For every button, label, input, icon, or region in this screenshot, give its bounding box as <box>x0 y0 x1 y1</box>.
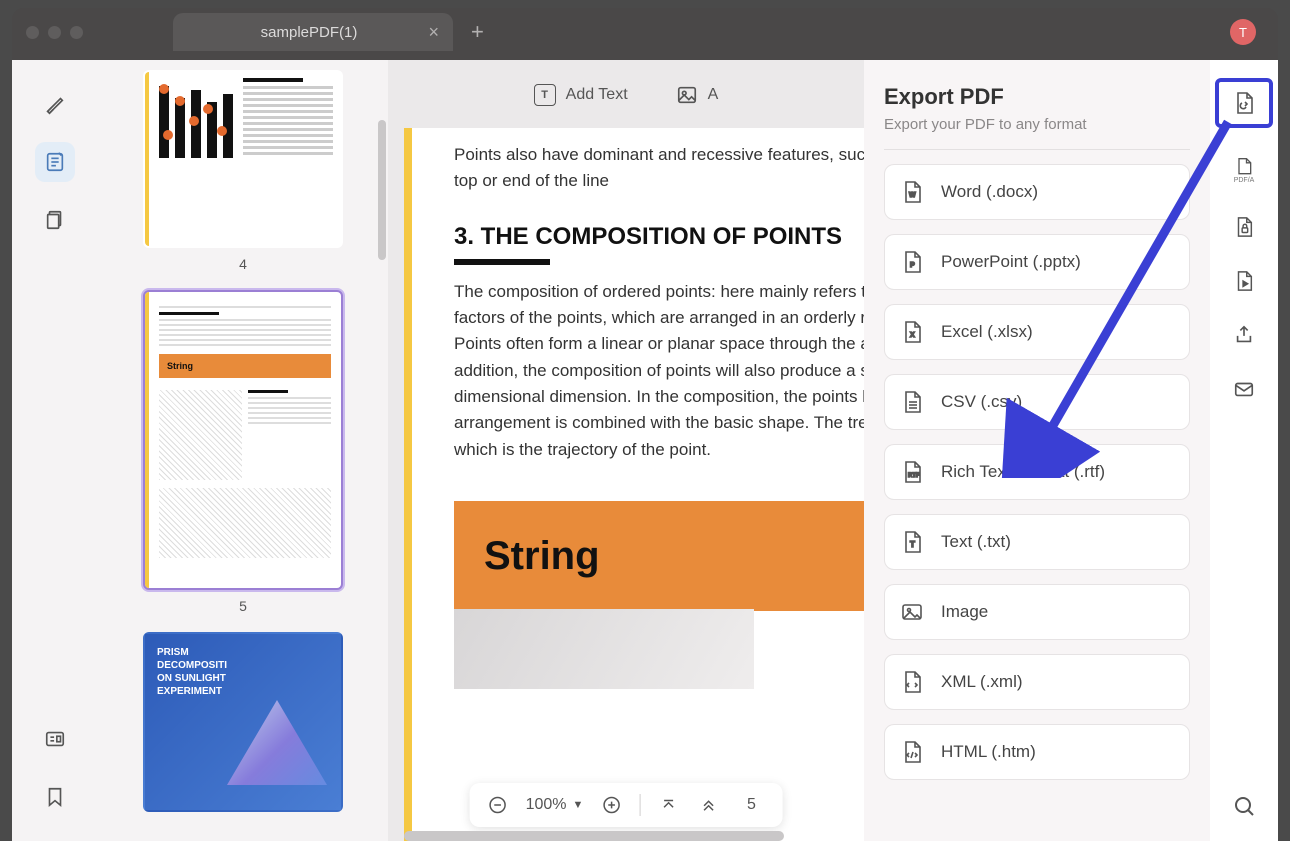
format-label: Excel (.xlsx) <box>941 322 1033 342</box>
zoom-page-bar: 100% ▼ <box>470 783 783 827</box>
format-label: Image <box>941 602 988 622</box>
image-file-icon <box>899 599 925 625</box>
doc-image-placeholder <box>454 609 754 689</box>
titlebar: samplePDF(1) × + T <box>12 8 1278 56</box>
share-icon[interactable] <box>1229 320 1259 350</box>
close-tab-icon[interactable]: × <box>428 22 439 43</box>
heading-rule <box>454 259 550 265</box>
document-area: T Add Text A Points also have dominant a… <box>388 60 864 841</box>
add-image-button[interactable]: A <box>676 84 719 106</box>
pdfa-icon[interactable]: PDF/A <box>1229 152 1259 188</box>
thumbnail-number: 5 <box>116 598 370 614</box>
format-label: CSV (.csv) <box>941 392 1022 412</box>
svg-text:W: W <box>909 192 916 199</box>
export-excel-button[interactable]: X Excel (.xlsx) <box>884 304 1190 360</box>
export-text-button[interactable]: T Text (.txt) <box>884 514 1190 570</box>
bookmark-tool-icon[interactable] <box>35 777 75 817</box>
export-pdf-icon[interactable] <box>1215 78 1273 128</box>
doc-paragraph: Points also have dominant and recessive … <box>454 142 864 195</box>
format-label: PowerPoint (.pptx) <box>941 252 1081 272</box>
export-powerpoint-button[interactable]: P PowerPoint (.pptx) <box>884 234 1190 290</box>
format-label: HTML (.htm) <box>941 742 1036 762</box>
page-thumbnail-6[interactable]: PRISM DECOMPOSITI ON SUNLIGHT EXPERIMENT <box>143 632 343 812</box>
protect-pdf-icon[interactable] <box>1229 212 1259 242</box>
thumbnail-panel: 4 String 5 <box>98 60 388 841</box>
html-file-icon <box>899 739 925 765</box>
highlighter-tool-icon[interactable] <box>35 84 75 124</box>
tab-row: samplePDF(1) × + <box>173 13 484 51</box>
prev-page-button[interactable] <box>696 793 720 817</box>
format-label: Rich Text Format (.rtf) <box>941 462 1105 482</box>
minimize-window-icon[interactable] <box>48 26 61 39</box>
prism-graphic-icon <box>227 700 327 800</box>
export-csv-button[interactable]: CSV (.csv) <box>884 374 1190 430</box>
zoom-level-dropdown[interactable]: 100% ▼ <box>526 796 584 814</box>
export-panel: Export PDF Export your PDF to any format… <box>864 60 1210 841</box>
export-word-button[interactable]: W Word (.docx) <box>884 164 1190 220</box>
tab-title: samplePDF(1) <box>261 24 358 41</box>
export-subtitle: Export your PDF to any format <box>884 116 1190 150</box>
search-icon[interactable] <box>1229 791 1259 821</box>
doc-paragraph: The composition of ordered points: here … <box>454 279 864 463</box>
avatar[interactable]: T <box>1230 19 1256 45</box>
image-icon <box>676 84 698 106</box>
thumbnail-scrollbar[interactable] <box>378 120 386 260</box>
thumb6-text: PRISM DECOMPOSITI ON SUNLIGHT EXPERIMENT <box>157 646 329 698</box>
string-label: String <box>484 534 600 579</box>
add-text-label: Add Text <box>566 86 628 104</box>
app-body: 4 String 5 <box>12 60 1278 841</box>
right-rail: PDF/A <box>1210 60 1278 841</box>
top-toolbar: T Add Text A <box>388 84 864 106</box>
powerpoint-file-icon: P <box>899 249 925 275</box>
traffic-lights <box>26 26 83 39</box>
play-pdf-icon[interactable] <box>1229 266 1259 296</box>
pdfa-label: PDF/A <box>1234 177 1255 184</box>
left-rail <box>12 60 98 841</box>
format-label: Word (.docx) <box>941 182 1038 202</box>
word-file-icon: W <box>899 179 925 205</box>
svg-text:RTF: RTF <box>908 473 920 479</box>
thumbnails-panel-icon[interactable] <box>35 142 75 182</box>
svg-text:P: P <box>910 262 915 269</box>
page-thumbnail-4[interactable] <box>143 70 343 248</box>
chevron-down-icon: ▼ <box>573 799 584 811</box>
page-number-input[interactable] <box>736 796 766 814</box>
document-tab[interactable]: samplePDF(1) × <box>173 13 453 51</box>
thumbnail-number: 4 <box>116 256 370 272</box>
rtf-file-icon: RTF <box>899 459 925 485</box>
export-xml-button[interactable]: XML (.xml) <box>884 654 1190 710</box>
new-tab-button[interactable]: + <box>471 19 484 45</box>
zoom-level-label: 100% <box>526 796 567 814</box>
format-label: XML (.xml) <box>941 672 1023 692</box>
xml-file-icon <box>899 669 925 695</box>
app-window: samplePDF(1) × + T <box>12 8 1278 841</box>
export-image-button[interactable]: Image <box>884 584 1190 640</box>
horizontal-scrollbar[interactable] <box>404 831 784 841</box>
document-page[interactable]: Points also have dominant and recessive … <box>404 128 864 841</box>
export-html-button[interactable]: HTML (.htm) <box>884 724 1190 780</box>
csv-file-icon <box>899 389 925 415</box>
svg-text:T: T <box>910 540 915 549</box>
export-rtf-button[interactable]: RTF Rich Text Format (.rtf) <box>884 444 1190 500</box>
doc-heading: 3. THE COMPOSITION OF POINTS <box>454 223 864 251</box>
mail-icon[interactable] <box>1229 374 1259 404</box>
pages-tool-icon[interactable] <box>35 200 75 240</box>
excel-file-icon: X <box>899 319 925 345</box>
close-window-icon[interactable] <box>26 26 39 39</box>
first-page-button[interactable] <box>656 793 680 817</box>
zoom-out-button[interactable] <box>486 793 510 817</box>
add-text-button[interactable]: T Add Text <box>534 84 628 106</box>
svg-text:X: X <box>910 332 915 339</box>
text-file-icon: T <box>899 529 925 555</box>
zoom-in-button[interactable] <box>599 793 623 817</box>
format-label: Text (.txt) <box>941 532 1011 552</box>
text-icon: T <box>534 84 556 106</box>
doc-string-block: String <box>454 501 864 611</box>
add-image-label: A <box>708 86 719 104</box>
export-title: Export PDF <box>884 84 1190 110</box>
thumbnail-string-label: String <box>159 354 331 378</box>
maximize-window-icon[interactable] <box>70 26 83 39</box>
page-thumbnail-5[interactable]: String <box>143 290 343 590</box>
fields-tool-icon[interactable] <box>35 719 75 759</box>
